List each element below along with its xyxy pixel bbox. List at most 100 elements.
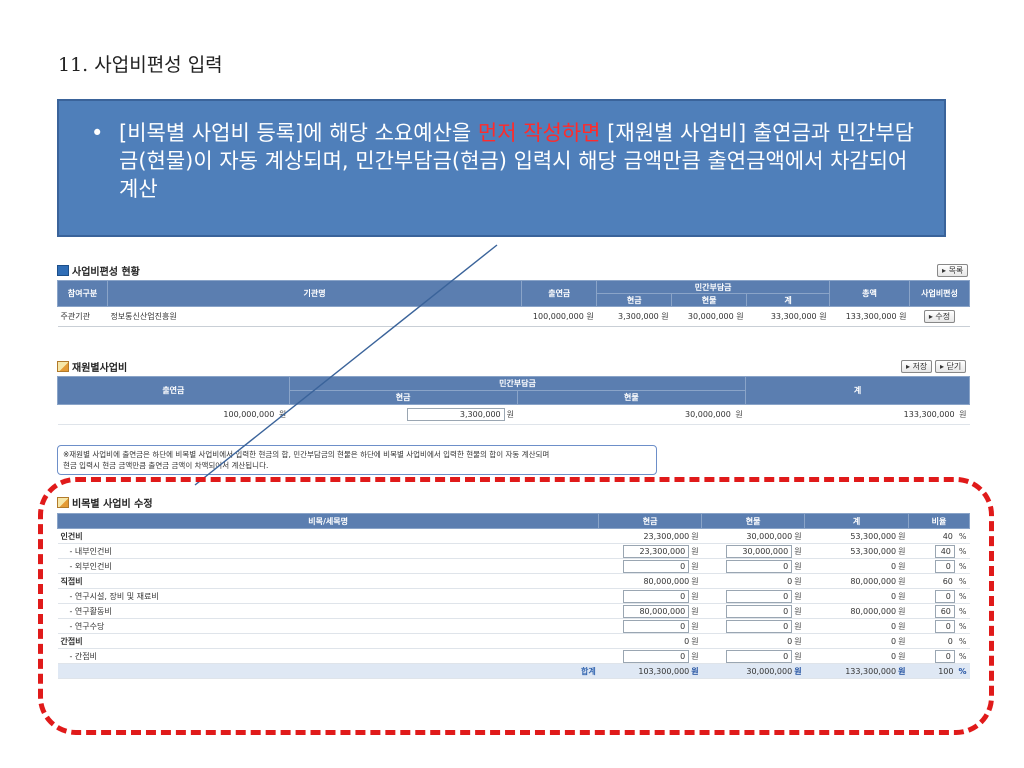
- unit-label: 원: [959, 410, 967, 419]
- total-in-kind: 30,000,000: [746, 666, 793, 676]
- src-total-value: 133,300,000: [903, 410, 955, 419]
- item-in-kind-input[interactable]: 0: [726, 589, 793, 603]
- th-total: 총액: [829, 280, 911, 307]
- unit-label: 원: [691, 651, 699, 661]
- src-contribution-cell: 100,000,000 원: [57, 404, 290, 425]
- note-line-2: 현금 입력시 현금 금액만큼 출연금 금액이 차액되어서 계산됩니다.: [63, 461, 269, 470]
- item-ratio-cell: 40%: [908, 528, 970, 544]
- th-src-cash: 현금: [288, 390, 518, 405]
- item-name: - 연구활동비: [57, 603, 599, 619]
- slide-title: 11. 사업비편성 입력: [58, 54, 223, 76]
- th-private: 민간부담금: [596, 280, 831, 294]
- unit-label: 원: [898, 636, 906, 646]
- unit-label: 원: [691, 591, 699, 601]
- subcategory-row: - 연구시설, 장비 및 재료비 0 원 0 원 0 원 0%: [57, 588, 970, 604]
- item-ratio-cell: 0%: [908, 558, 970, 574]
- item-in-kind-input[interactable]: 0: [726, 559, 793, 573]
- item-cash-input[interactable]: 0: [623, 649, 690, 663]
- unit-label: 원: [691, 561, 699, 571]
- pct-label: %: [958, 621, 967, 631]
- unit-label: 원: [898, 621, 906, 631]
- item-ratio-input[interactable]: 60: [934, 604, 955, 618]
- unit-label: 원: [278, 410, 287, 419]
- status-section-title-text: 사업비편성 현황: [72, 267, 140, 278]
- unit-label: 원: [794, 546, 802, 556]
- callout-highlight: 먼저 작성하면: [477, 121, 601, 145]
- cell-participation: 주관기관: [57, 306, 108, 327]
- item-ratio-cell: 60%: [908, 603, 970, 619]
- item-in-kind-cell: 0원: [701, 588, 805, 604]
- th-item-total: 계: [804, 513, 909, 529]
- unit-label: 원: [794, 621, 802, 631]
- th-item-name: 비목/세목명: [56, 513, 600, 529]
- item-ratio-input[interactable]: 0: [934, 559, 955, 573]
- list-icon: [57, 265, 69, 276]
- item-total-cell: 0원: [804, 633, 909, 649]
- item-cash-input[interactable]: 23,300,000: [623, 544, 690, 558]
- item-total-cell: 53,300,000 원: [804, 528, 909, 544]
- subcategory-row: - 연구활동비 80,000,000 원 0 원 80,000,000 원 60%: [57, 603, 970, 619]
- unit-label: 원: [898, 651, 906, 661]
- item-in-kind-input[interactable]: 0: [726, 604, 793, 618]
- th-cash: 현금: [596, 293, 673, 307]
- th-in-kind: 현물: [671, 293, 748, 307]
- list-button[interactable]: ▸ 목록: [937, 264, 969, 277]
- subcategory-row: - 외부인건비 0 원 0 원 0 원 0%: [57, 558, 970, 574]
- callout-box: • [비목별 사업비 등록]에 해당 소요예산을 먼저 작성하면 [재원별 사업…: [57, 99, 946, 237]
- item-total-cell: 80,000,000 원: [804, 603, 909, 619]
- item-name: - 간접비: [57, 648, 599, 664]
- unit-label: 원: [794, 636, 802, 646]
- pct-label: %: [958, 546, 967, 556]
- th-budget: 사업비편성: [909, 280, 970, 307]
- item-cash-cell: 0원: [598, 648, 702, 664]
- pct-label: %: [958, 666, 967, 676]
- item-in-kind-input[interactable]: 30,000,000: [726, 544, 793, 558]
- cell-total: 133,300,000 원: [829, 306, 910, 327]
- item-cash-input[interactable]: 0: [623, 619, 690, 633]
- unit-label: 원: [691, 576, 699, 586]
- item-cash-input[interactable]: 0: [623, 589, 690, 603]
- item-total: 0: [891, 636, 897, 646]
- save-button[interactable]: ▸ 저장: [901, 360, 933, 373]
- item-ratio-input[interactable]: 0: [934, 649, 955, 663]
- list-button-label: 목록: [948, 266, 964, 275]
- item-name: 직접비: [57, 573, 599, 589]
- th-src-in-kind: 현물: [516, 390, 747, 405]
- item-ratio-input[interactable]: 0: [934, 619, 955, 633]
- item-name: - 내부인건비: [57, 543, 599, 559]
- item-in-kind: 0: [787, 576, 793, 586]
- item-total: 80,000,000: [850, 606, 897, 616]
- items-table: 비목/세목명 현금 현물 계 비율 인건비 23,300,000 원 30,000,0…: [56, 513, 970, 679]
- item-cash-cell: 23,300,000 원: [598, 528, 702, 544]
- unit-label: 원: [794, 561, 802, 571]
- item-ratio-cell: 60%: [908, 573, 970, 589]
- item-cash-input[interactable]: 0: [623, 559, 690, 573]
- item-ratio-cell: 0%: [908, 648, 970, 664]
- item-cash-cell: 23,300,000 원: [598, 543, 702, 559]
- total-sum-cell: 133,300,000 원: [804, 663, 909, 679]
- src-cash-input[interactable]: 3,300,000: [406, 408, 505, 421]
- unit-label: 원: [794, 531, 802, 541]
- src-contribution-value: 100,000,000: [223, 410, 275, 419]
- item-in-kind-input[interactable]: 0: [726, 649, 793, 663]
- edit-button[interactable]: ▸ 수정: [923, 310, 956, 323]
- item-ratio-input[interactable]: 0: [934, 589, 955, 603]
- item-ratio-input[interactable]: 40: [934, 544, 955, 558]
- item-ratio-cell: 0%: [908, 633, 970, 649]
- callout-text-part1: [비목별 사업비 등록]에 해당 소요예산을: [119, 121, 478, 145]
- item-cash-cell: 0원: [598, 558, 702, 574]
- info-note: ※재원별 사업비에 출연금은 하단에 비목별 사업비에서 입력한 현금의 합, …: [57, 445, 657, 475]
- cell-cash: 3,300,000 원: [596, 306, 672, 327]
- item-ratio-cell: 0%: [908, 588, 970, 604]
- item-cash-cell: 0원: [598, 618, 702, 634]
- unit-label: 원: [898, 591, 906, 601]
- item-in-kind-input[interactable]: 0: [726, 619, 793, 633]
- unit-label: 원: [691, 546, 699, 556]
- pencil-icon: [57, 497, 69, 508]
- item-cash-input[interactable]: 80,000,000: [623, 604, 690, 618]
- pct-label: %: [958, 591, 967, 601]
- item-total: 53,300,000: [850, 546, 897, 556]
- close-button[interactable]: ▸ 닫기: [935, 360, 967, 373]
- unit-label: 원: [794, 576, 802, 586]
- pct-label: %: [958, 651, 967, 661]
